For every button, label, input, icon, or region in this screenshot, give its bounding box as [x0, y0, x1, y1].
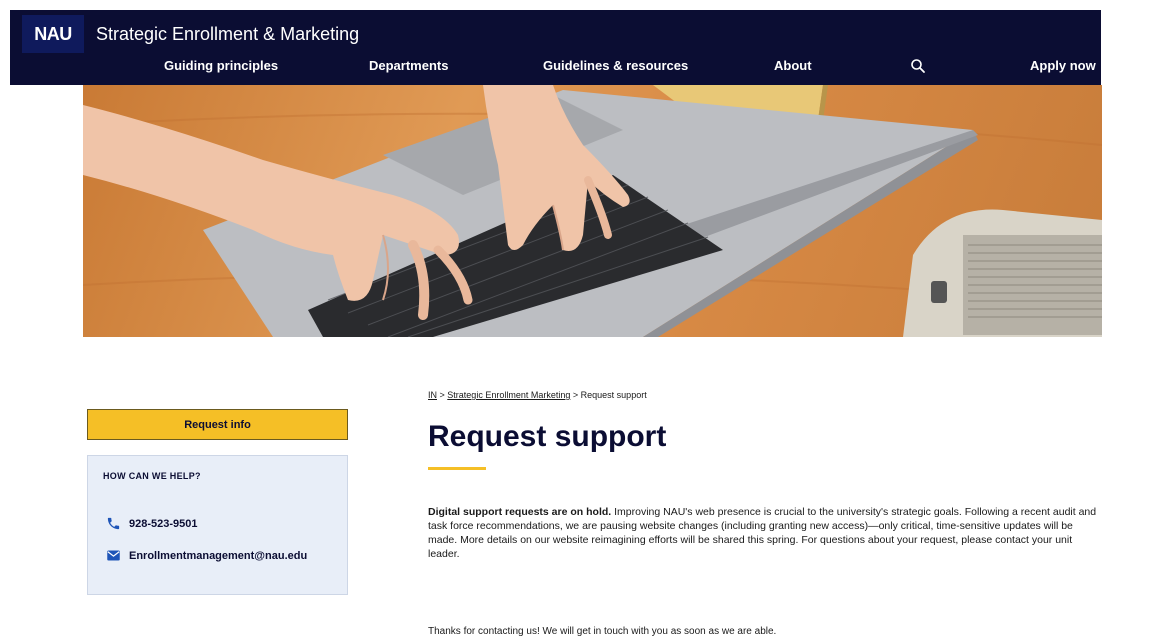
phone-contact[interactable]: 928-523-9501 — [106, 516, 198, 531]
email-address[interactable]: Enrollmentmanagement@nau.edu — [129, 550, 307, 562]
nav-guidelines-resources[interactable]: Guidelines & resources — [543, 58, 688, 73]
phone-icon — [107, 517, 120, 530]
site-title[interactable]: Strategic Enrollment & Marketing — [96, 24, 359, 45]
request-info-button[interactable]: Request info — [87, 409, 348, 440]
notice-bold: Digital support requests are on hold. — [428, 506, 612, 518]
search-icon[interactable] — [910, 58, 926, 74]
help-box: HOW CAN WE HELP? 928-523-9501 Enrollment… — [87, 455, 348, 595]
breadcrumb: IN > Strategic Enrollment Marketing > Re… — [428, 390, 647, 400]
site-header: NAU Strategic Enrollment & Marketing Gui… — [10, 10, 1101, 85]
breadcrumb-strategic-enrollment[interactable]: Strategic Enrollment Marketing — [447, 390, 570, 400]
notice-paragraph: Digital support requests are on hold. Im… — [428, 505, 1103, 561]
breadcrumb-separator: > — [439, 390, 445, 400]
breadcrumb-current: Request support — [580, 390, 647, 400]
breadcrumb-separator: > — [572, 390, 579, 400]
laptop-typing-illustration — [83, 85, 1102, 337]
hero-image — [83, 85, 1102, 337]
mail-icon — [107, 550, 120, 561]
help-title: HOW CAN WE HELP? — [103, 471, 201, 481]
title-underline — [428, 467, 486, 470]
nav-departments[interactable]: Departments — [369, 58, 448, 73]
email-contact[interactable]: Enrollmentmanagement@nau.edu — [106, 548, 307, 563]
nav-about[interactable]: About — [774, 58, 812, 73]
breadcrumb-in[interactable]: IN — [428, 390, 437, 400]
nau-logo[interactable]: NAU — [22, 15, 84, 53]
page-title: Request support — [428, 420, 667, 453]
apply-now-link[interactable]: Apply now — [1030, 58, 1096, 73]
thanks-message: Thanks for contacting us! We will get in… — [428, 626, 777, 637]
nav-guiding-principles[interactable]: Guiding principles — [164, 58, 278, 73]
phone-number[interactable]: 928-523-9501 — [129, 518, 198, 530]
